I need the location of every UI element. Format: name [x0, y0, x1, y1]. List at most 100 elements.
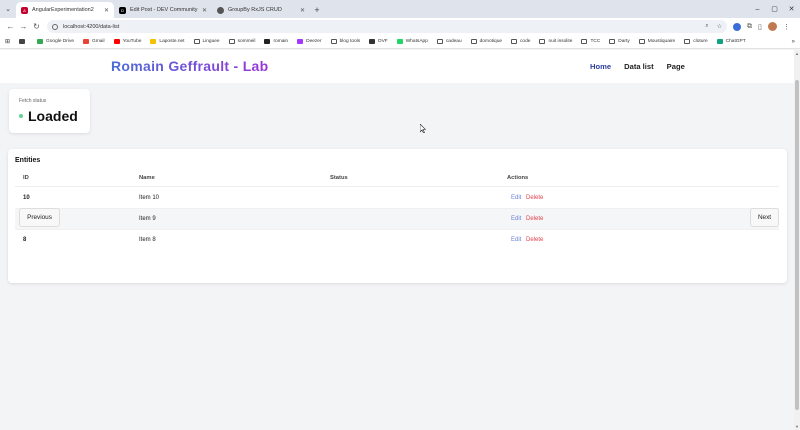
chevron-right-icon[interactable]: »: [792, 39, 795, 45]
bookmark-item[interactable]: cadeau: [436, 39, 462, 44]
close-icon[interactable]: ✕: [104, 7, 109, 14]
delete-button[interactable]: Delete: [526, 216, 543, 222]
table-row: 8 Item 8 Edit Delete: [15, 230, 779, 251]
tab-label: GroupBy RxJS CRUD: [228, 7, 282, 13]
table-row: 9 Item 9 Edit Delete: [15, 209, 779, 230]
edit-button[interactable]: Edit: [511, 195, 521, 201]
tab-search-icon[interactable]: ⌄: [0, 0, 16, 18]
bookmark-item[interactable]: code: [511, 39, 530, 44]
nav-data-list[interactable]: Data list: [624, 62, 654, 71]
folder-icon: [511, 39, 518, 44]
zoom-icon[interactable]: ⌕: [705, 23, 708, 30]
bookmark-star-icon[interactable]: ☆: [717, 23, 722, 30]
browser-tab[interactable]: A AngularExperimentation2 ✕: [16, 2, 114, 18]
bookmark-label: Gmail: [92, 39, 105, 44]
address-bar[interactable]: localhost:4200/data-list ⌕ ☆: [47, 20, 727, 33]
scroll-up-icon[interactable]: ▲: [794, 51, 800, 56]
bookmark-item[interactable]: TCC: [581, 39, 600, 44]
bookmark-item[interactable]: Google Drive: [37, 39, 74, 44]
extension-icon[interactable]: [733, 22, 741, 31]
scroll-down-icon[interactable]: ▼: [794, 424, 800, 429]
browser-tab[interactable]: D Edit Post - DEV Community ✕: [114, 2, 212, 18]
bookmark-item[interactable]: domotique: [470, 39, 503, 44]
entities-title: Entities: [15, 157, 41, 164]
edit-button[interactable]: Edit: [511, 216, 521, 222]
url-text[interactable]: localhost:4200/data-list: [63, 24, 697, 30]
bookmark-item[interactable]: ChatGPT: [716, 39, 746, 44]
bookmark-label: Google Drive: [46, 39, 75, 44]
bookmark-label: DVF: [378, 39, 388, 44]
bookmark-favicon-icon: [716, 39, 723, 44]
close-icon[interactable]: ✕: [202, 7, 207, 14]
bookmark-favicon-icon: [396, 39, 403, 44]
site-info-icon[interactable]: [52, 23, 58, 30]
bookmark-item[interactable]: nuit insolite: [539, 39, 572, 44]
bookmark-label: domotique: [479, 39, 503, 44]
cell-name: Item 10: [139, 195, 160, 201]
next-page-button[interactable]: Next: [750, 208, 779, 227]
bookmark-item[interactable]: Gmail: [83, 39, 105, 44]
bookmark-label: YouTube: [122, 39, 142, 44]
bookmark-favicon-icon: [113, 39, 120, 44]
minimize-icon[interactable]: –: [749, 6, 766, 13]
site-header: Romain Geffrault - Lab Home Data list Pa…: [0, 50, 794, 83]
bookmark-item[interactable]: cloture: [684, 39, 708, 44]
reload-icon[interactable]: ↻: [30, 22, 43, 31]
bookmark-label: code: [520, 39, 531, 44]
bookmark-favicon-icon: [264, 39, 271, 44]
close-window-icon[interactable]: ✕: [783, 5, 800, 13]
profile-avatar[interactable]: [767, 22, 777, 31]
cell-id: 8: [23, 237, 27, 243]
bookmark-label: WhatsApp: [405, 39, 428, 44]
bookmark-item[interactable]: DVF: [369, 39, 388, 44]
site-brand[interactable]: Romain Geffrault - Lab: [111, 58, 269, 74]
column-header-id: ID: [23, 175, 29, 181]
delete-button[interactable]: Delete: [526, 237, 543, 243]
bookmark-label: TCC: [590, 39, 601, 44]
back-icon[interactable]: ←: [4, 22, 17, 31]
menu-dots-icon[interactable]: ⋮: [783, 23, 790, 31]
bookmark-item[interactable]: Laposte.net: [150, 39, 185, 44]
bookmark-item[interactable]: YouTube: [113, 39, 142, 44]
previous-page-button[interactable]: Previous: [19, 208, 60, 227]
site-nav: Home Data list Page: [590, 62, 685, 71]
delete-button[interactable]: Delete: [526, 195, 543, 201]
page-scrollbar[interactable]: ▲ ▼: [794, 50, 800, 430]
table-row: 10 Item 10 Edit Delete: [15, 188, 779, 209]
nav-page[interactable]: Page: [667, 62, 685, 71]
window-controls: – ▢ ✕: [749, 0, 800, 18]
browser-tabstrip: ⌄ A AngularExperimentation2 ✕ D Edit Pos…: [0, 0, 800, 18]
bookmark-item[interactable]: WhatsApp: [396, 39, 428, 44]
bookmark-item[interactable]: Darty: [609, 39, 630, 44]
maximize-icon[interactable]: ▢: [766, 5, 783, 13]
bookmark-item[interactable]: blog tools: [330, 39, 360, 44]
forward-icon[interactable]: →: [17, 22, 30, 31]
apps-grid-icon[interactable]: ⊞: [5, 38, 10, 45]
bookmark-item[interactable]: Moustiquaire: [638, 39, 675, 44]
sidepanel-icon[interactable]: ▯: [758, 23, 762, 31]
scrollbar-thumb[interactable]: [795, 80, 799, 410]
extensions-puzzle-icon[interactable]: ⧉: [747, 23, 752, 31]
tab-label: AngularExperimentation2: [32, 7, 94, 13]
nav-home[interactable]: Home: [590, 62, 611, 71]
close-icon[interactable]: ✕: [300, 7, 305, 14]
bookmark-item[interactable]: Linguee: [193, 39, 220, 44]
toolbar-icons: ⧉ ▯ ⋮: [733, 22, 790, 31]
angular-favicon-icon: A: [21, 6, 28, 14]
bookmark-item[interactable]: Deezer: [297, 39, 322, 44]
bookmark-item[interactable]: [19, 39, 28, 44]
folder-icon: [609, 39, 616, 44]
bookmark-favicon-icon: [37, 39, 44, 44]
bookmark-favicon-icon: [150, 39, 157, 44]
browser-tab[interactable]: GroupBy RxJS CRUD ✕: [212, 2, 310, 18]
edit-button[interactable]: Edit: [511, 237, 521, 243]
fetch-status-value: Loaded: [28, 108, 78, 124]
bookmark-favicon-icon: [297, 39, 304, 44]
bookmark-item[interactable]: sommeil: [228, 39, 255, 44]
new-tab-button[interactable]: +: [310, 2, 324, 18]
fetch-status-card: Fetch status Loaded: [9, 89, 90, 133]
folder-icon: [470, 39, 477, 44]
bookmark-label: Linguee: [202, 39, 220, 44]
bookmark-label: cloture: [693, 39, 708, 44]
bookmark-item[interactable]: romain: [264, 39, 288, 44]
